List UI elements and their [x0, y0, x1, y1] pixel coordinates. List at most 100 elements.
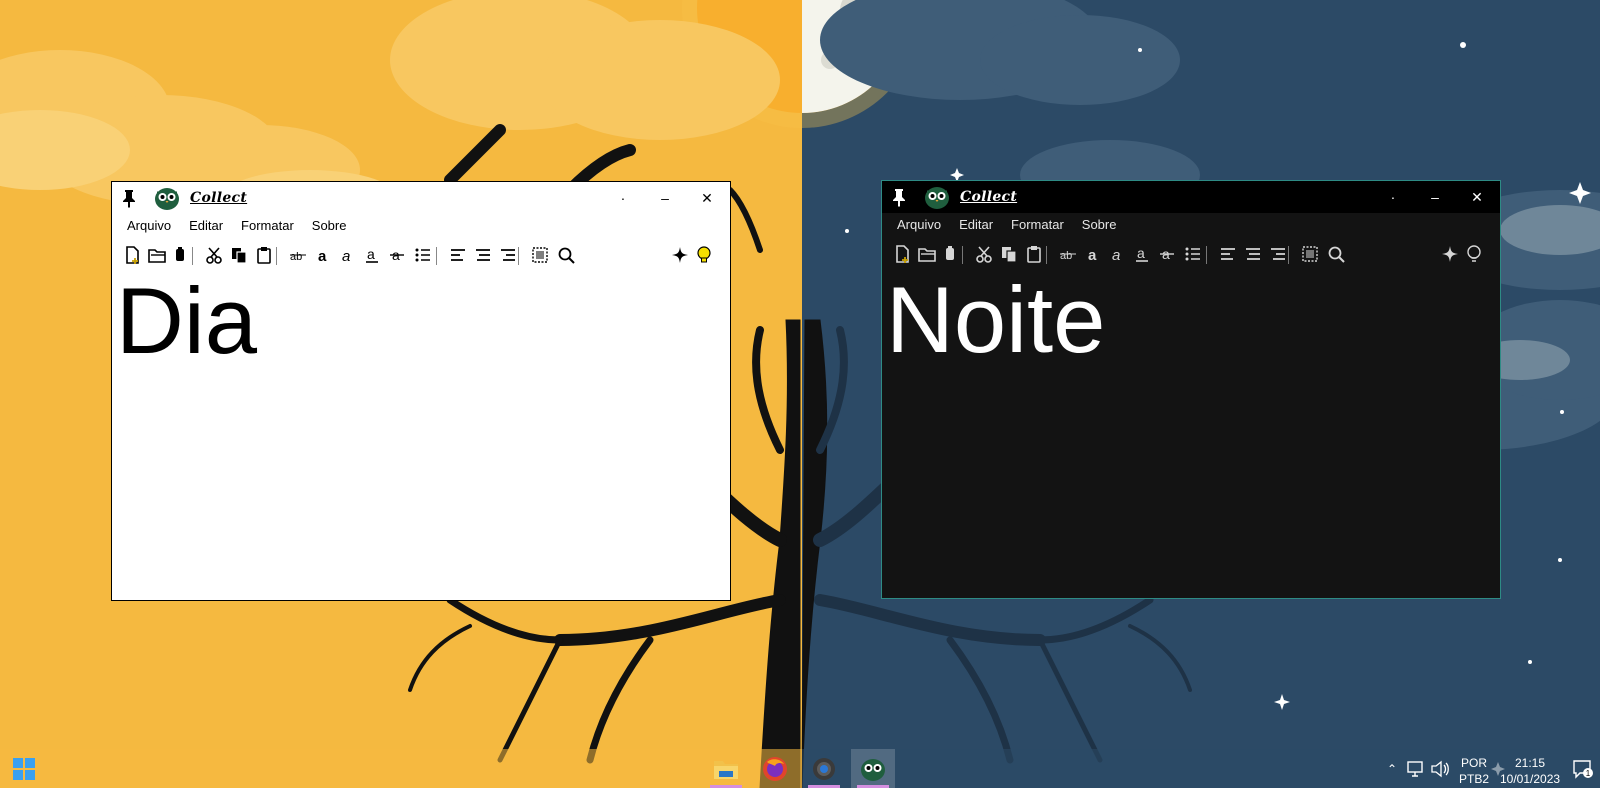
save-button[interactable] [940, 244, 960, 264]
sparkle-button[interactable] [1440, 244, 1460, 264]
align-right-button[interactable] [1268, 244, 1288, 264]
search-button[interactable] [556, 245, 576, 265]
start-button[interactable] [2, 749, 46, 788]
lightbulb-button[interactable] [694, 245, 714, 265]
align-center-button[interactable] [1243, 244, 1263, 264]
align-left-icon [451, 249, 465, 261]
search-button[interactable] [1326, 244, 1346, 264]
underline-button[interactable]: a [1132, 244, 1152, 264]
italic-button[interactable]: a [337, 245, 357, 265]
new-file-icon [896, 245, 909, 263]
strikeover-ab-button[interactable]: ab [288, 245, 308, 265]
close-button[interactable]: ✕ [1456, 181, 1498, 213]
select-all-button[interactable] [530, 245, 550, 265]
underline-icon: a [1136, 245, 1148, 262]
paste-button[interactable] [1024, 244, 1044, 264]
menu-editar[interactable]: Editar [950, 215, 1002, 237]
menu-bar: Arquivo Editar Formatar Sobre [888, 215, 1125, 237]
align-center-button[interactable] [473, 245, 493, 265]
menu-arquivo[interactable]: Arquivo [888, 215, 950, 237]
copy-button[interactable] [229, 245, 249, 265]
search-icon [1328, 246, 1345, 263]
menu-formatar[interactable]: Formatar [232, 216, 303, 238]
strikethrough-icon: a [1160, 246, 1174, 262]
network-icon[interactable] [1406, 760, 1426, 778]
select-all-button[interactable] [1300, 244, 1320, 264]
open-folder-button[interactable] [917, 244, 937, 264]
cut-button[interactable] [974, 244, 994, 264]
menu-sobre[interactable]: Sobre [1073, 215, 1126, 237]
align-left-button[interactable] [1218, 244, 1238, 264]
italic-button[interactable]: a [1107, 244, 1127, 264]
taskbar-app-firefox[interactable] [753, 749, 797, 788]
new-file-button[interactable] [892, 244, 912, 264]
windows-logo-icon [13, 757, 35, 780]
bold-button[interactable]: a [1083, 244, 1103, 264]
bold-button[interactable]: a [313, 245, 333, 265]
open-folder-button[interactable] [147, 245, 167, 265]
clock[interactable]: 21:15 10/01/2023 [1500, 755, 1560, 787]
italic-icon: a [1112, 247, 1120, 263]
svg-text:a: a [342, 248, 350, 264]
cut-button[interactable] [204, 245, 224, 265]
menu-arquivo[interactable]: Arquivo [118, 216, 180, 238]
titlebar-dot-button[interactable]: · [602, 182, 644, 214]
paste-icon [1027, 246, 1041, 263]
paste-button[interactable] [254, 245, 274, 265]
save-button[interactable] [170, 245, 190, 265]
menu-editar[interactable]: Editar [180, 216, 232, 238]
menu-sobre[interactable]: Sobre [303, 216, 356, 238]
strikethrough-icon: a [390, 247, 404, 263]
bold-icon: a [318, 248, 327, 264]
title-bar[interactable]: Collect · – ✕ [882, 181, 1500, 213]
strikethrough-button[interactable]: a [1157, 244, 1177, 264]
sparkle-button[interactable] [670, 245, 690, 265]
collect-window-night[interactable]: Collect · – ✕ Arquivo Editar Formatar So… [881, 180, 1501, 599]
align-right-icon [501, 249, 515, 261]
firefox-icon [763, 756, 787, 781]
lightbulb-button[interactable] [1464, 244, 1484, 264]
taskbar-app-collect[interactable] [851, 749, 895, 788]
title-bar[interactable]: Collect · – ✕ [112, 182, 730, 214]
select-all-icon [1302, 246, 1318, 262]
menu-formatar[interactable]: Formatar [1002, 215, 1073, 237]
toolbar: ab a a a a [112, 240, 730, 270]
toolbar-separator [192, 247, 193, 265]
volume-icon[interactable] [1430, 760, 1450, 778]
taskbar-app-file-explorer[interactable] [704, 749, 748, 788]
svg-text:a: a [1088, 247, 1097, 263]
taskbar-app-settings[interactable] [802, 749, 846, 788]
notification-button[interactable]: 1 [1568, 749, 1598, 788]
bullet-list-button[interactable] [413, 245, 433, 265]
collect-icon [861, 758, 885, 781]
text-editor[interactable]: Noite [886, 273, 1496, 594]
app-title: Collect [190, 190, 248, 206]
strikethrough-button[interactable]: a [387, 245, 407, 265]
bullet-list-button[interactable] [1183, 244, 1203, 264]
menu-bar: Arquivo Editar Formatar Sobre [118, 216, 355, 238]
close-button[interactable]: ✕ [686, 182, 728, 214]
clock-time: 21:15 [1514, 756, 1546, 770]
save-icon [946, 246, 954, 260]
notification-icon: 1 [1573, 759, 1593, 779]
pin-icon[interactable] [120, 188, 138, 208]
minimize-button[interactable]: – [644, 182, 686, 214]
cut-icon [976, 246, 992, 263]
italic-icon: a [342, 248, 350, 264]
underline-button[interactable]: a [362, 245, 382, 265]
align-right-button[interactable] [498, 245, 518, 265]
copy-button[interactable] [999, 244, 1019, 264]
minimize-button[interactable]: – [1414, 181, 1456, 213]
align-left-icon [1221, 248, 1235, 260]
new-file-button[interactable] [122, 245, 142, 265]
collect-window-day[interactable]: Collect · – ✕ Arquivo Editar Formatar So… [111, 181, 731, 601]
bold-icon: a [1088, 247, 1097, 263]
show-hidden-icons-chevron-icon[interactable]: ⌃ [1382, 762, 1402, 776]
text-editor[interactable]: Dia [116, 274, 726, 596]
toolbar-separator [518, 247, 519, 265]
align-left-button[interactable] [448, 245, 468, 265]
pin-icon[interactable] [890, 187, 908, 207]
language-indicator[interactable]: POR PTB2 [1457, 755, 1491, 787]
titlebar-dot-button[interactable]: · [1372, 181, 1414, 213]
strikeover-ab-button[interactable]: ab [1058, 244, 1078, 264]
